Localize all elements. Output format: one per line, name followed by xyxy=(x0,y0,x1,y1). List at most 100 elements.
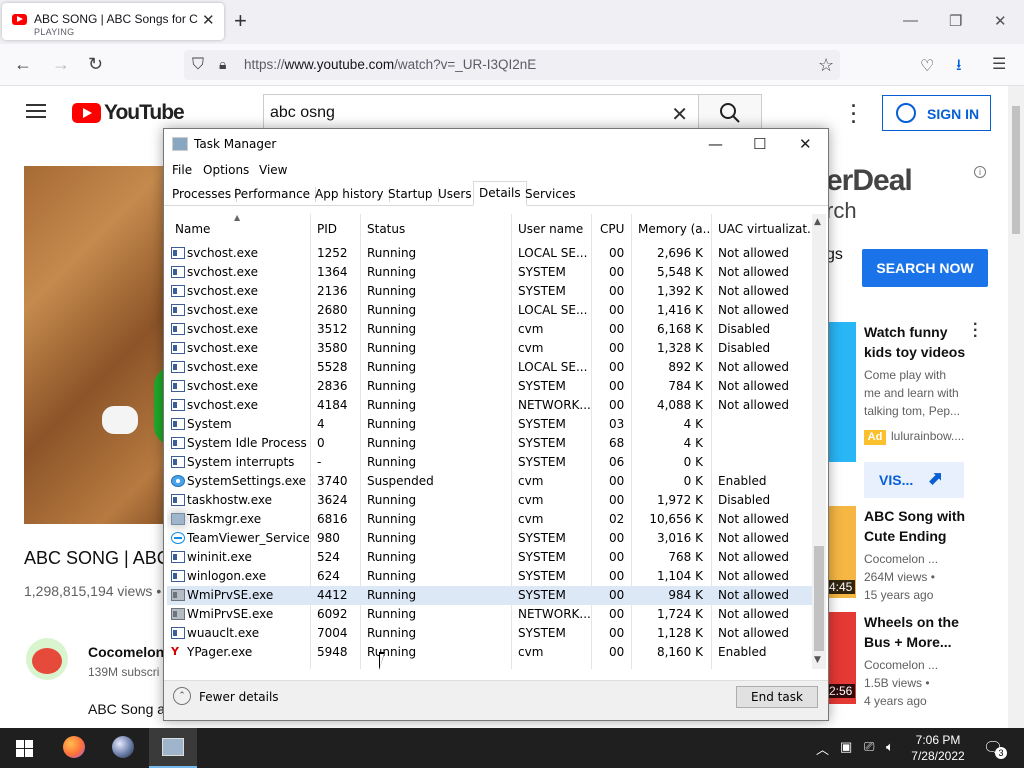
forward-icon[interactable]: → xyxy=(52,54,70,74)
url-text[interactable]: https://www.youtube.com/watch?v=_UR-I3QI… xyxy=(244,57,536,72)
tab-services[interactable]: Services xyxy=(525,187,581,202)
process-row[interactable]: svchost.exe 3512 Running cvm 00 6,168 K Disabl… xyxy=(167,320,812,339)
end-task-button[interactable]: End task xyxy=(736,686,818,708)
minimize-icon[interactable]: — xyxy=(903,12,918,29)
process-row[interactable]: svchost.exe 2136 Running SYSTEM 00 1,392 K Not… xyxy=(167,282,812,301)
process-row[interactable]: winlogon.exe 624 Running SYSTEM 00 1,104 K Not… xyxy=(167,567,812,586)
youtube-search-button[interactable] xyxy=(698,94,762,132)
column-header-cpu[interactable]: CPU xyxy=(600,222,630,236)
volume-icon[interactable]: 🔈︎ xyxy=(886,739,894,755)
taskbar-clock[interactable]: 7:06 PM 7/28/2022 xyxy=(900,732,976,764)
process-row[interactable]: taskhostw.exe 3624 Running cvm 00 1,972 K Disa… xyxy=(167,491,812,510)
tab-details[interactable]: Details xyxy=(473,181,527,206)
column-header-name[interactable]: Name xyxy=(175,222,305,236)
page-scrollbar-thumb[interactable] xyxy=(1012,106,1020,234)
taskbar-task-manager[interactable] xyxy=(149,728,197,768)
tab-processes[interactable]: Processes xyxy=(172,187,238,202)
process-row[interactable]: svchost.exe 3580 Running cvm 00 1,328 K Disabl… xyxy=(167,339,812,358)
network-icon[interactable]: ⎚ xyxy=(864,739,874,755)
search-now-button[interactable]: SEARCH NOW xyxy=(862,249,988,287)
process-row[interactable]: wuauclt.exe 7004 Running SYSTEM 00 1,128 K Not… xyxy=(167,624,812,643)
search-query[interactable]: abc osng xyxy=(270,104,335,122)
process-row[interactable]: svchost.exe 4184 Running NETWORK... 00 4,088 … xyxy=(167,396,812,415)
chevron-up-icon[interactable]: ⌃ xyxy=(173,687,191,705)
process-row[interactable]: System Idle Process 0 Running SYSTEM 68 4 K xyxy=(167,434,812,453)
menu-file[interactable]: File xyxy=(172,163,192,177)
menu-view[interactable]: View xyxy=(259,163,287,177)
column-header-pid[interactable]: PID xyxy=(317,222,361,236)
process-row[interactable]: svchost.exe 1364 Running SYSTEM 00 5,548 K Not… xyxy=(167,263,812,282)
column-header-memory[interactable]: Memory (a... xyxy=(638,222,712,236)
process-row[interactable]: wininit.exe 524 Running SYSTEM 00 768 K Not al… xyxy=(167,548,812,567)
visit-site-button[interactable]: VIS... ⬈ xyxy=(864,462,964,498)
tm-maximize-icon[interactable]: ☐ xyxy=(753,135,766,153)
device-icon[interactable]: ▣ xyxy=(840,739,852,755)
process-row[interactable]: TeamViewer_Service.... 980 Running SYSTEM 00… xyxy=(167,529,812,548)
url-bar[interactable]: ⛉ 🔒︎ https://www.youtube.com/watch?v=_UR… xyxy=(184,50,840,80)
tab-users[interactable]: Users xyxy=(438,187,478,202)
process-table-scroll-thumb[interactable] xyxy=(814,546,824,651)
tm-close-icon[interactable]: ✕ xyxy=(799,135,812,153)
more-options-icon[interactable]: · · · xyxy=(851,97,857,131)
process-row[interactable]: System interrupts - Running SYSTEM 06 0 K xyxy=(167,453,812,472)
suggestion-title[interactable]: Watch funny kids toy videos xyxy=(864,322,968,362)
channel-name[interactable]: Cocomelon xyxy=(88,644,164,660)
tab-performance[interactable]: Performance xyxy=(234,187,317,202)
sign-in-button[interactable]: SIGN IN xyxy=(882,95,991,131)
pocket-icon[interactable]: ♡ xyxy=(920,56,934,76)
lock-icon[interactable]: 🔒︎ xyxy=(219,56,226,73)
new-tab-icon[interactable]: + xyxy=(234,10,247,32)
browser-tab-youtube[interactable]: ABC SONG | ABC Songs for Chi PLAYING ✕ xyxy=(2,3,224,40)
hamburger-menu-icon[interactable] xyxy=(26,104,46,118)
process-row[interactable]: svchost.exe 1252 Running LOCAL SE... 00 2,696… xyxy=(167,244,812,263)
youtube-search-input[interactable]: abc osng ✕ xyxy=(263,94,699,132)
clear-search-icon[interactable]: ✕ xyxy=(671,102,688,127)
channel-avatar[interactable] xyxy=(26,638,68,680)
scroll-down-icon[interactable]: ▼ xyxy=(814,655,821,665)
suggestion-thumbnail[interactable] xyxy=(826,322,856,462)
scroll-up-icon[interactable]: ▲ xyxy=(814,217,821,227)
process-row[interactable]: svchost.exe 2836 Running SYSTEM 00 784 K Not a… xyxy=(167,377,812,396)
windows-start-icon[interactable] xyxy=(16,740,33,757)
process-row[interactable]: WmiPrvSE.exe 6092 Running NETWORK... 00 1,724… xyxy=(167,605,812,624)
reload-icon[interactable]: ↻ xyxy=(88,54,103,74)
shield-icon[interactable]: ⛉ xyxy=(192,56,204,74)
youtube-logo-icon[interactable] xyxy=(72,103,101,123)
process-row[interactable]: svchost.exe 5528 Running LOCAL SE... 00 892 K… xyxy=(167,358,812,377)
process-table-scrollbar[interactable]: ▲ ▼ xyxy=(812,214,826,669)
column-header-user-name[interactable]: User name xyxy=(518,222,594,236)
suggestion-title[interactable]: Wheels on the Bus + More... xyxy=(864,612,968,652)
process-row[interactable]: SystemSettings.exe 3740 Suspended cvm 00 0 K E… xyxy=(167,472,812,491)
close-window-icon[interactable]: ✕ xyxy=(994,12,1007,30)
suggestion-more-icon[interactable]: · · · xyxy=(973,317,978,345)
ad-info-icon[interactable]: i xyxy=(974,166,986,178)
show-hidden-icons-icon[interactable]: ︿ xyxy=(816,739,829,758)
process-row[interactable]: Taskmgr.exe 6816 Running cvm 02 10,656 K Not a… xyxy=(167,510,812,529)
ad-logo-sub[interactable]: rch xyxy=(826,198,857,224)
tab-startup[interactable]: Startup xyxy=(388,187,439,202)
process-row[interactable]: System 4 Running SYSTEM 03 4 K xyxy=(167,415,812,434)
tab-close-icon[interactable]: ✕ xyxy=(202,13,215,29)
tab-app-history[interactable]: App history xyxy=(315,187,390,202)
menu-options[interactable]: Options xyxy=(203,163,249,177)
ad-logo[interactable]: erDeal xyxy=(826,164,913,198)
column-header-status[interactable]: Status xyxy=(367,222,507,236)
taskbar-firefox[interactable] xyxy=(50,728,98,768)
restore-icon[interactable]: ❐ xyxy=(949,12,962,30)
fewer-details-link[interactable]: Fewer details xyxy=(199,690,279,704)
process-row[interactable]: Y YPager.exe 5948 Running cvm 00 8,160 K Enable… xyxy=(167,643,812,662)
page-scrollbar[interactable] xyxy=(1008,86,1024,728)
task-manager-titlebar[interactable]: Task Manager — ☐ ✕ xyxy=(164,129,828,159)
suggestion-title[interactable]: ABC Song with Cute Ending xyxy=(864,506,968,546)
back-icon[interactable]: ← xyxy=(14,54,32,74)
process-row[interactable]: svchost.exe 2680 Running LOCAL SE... 00 1,416… xyxy=(167,301,812,320)
downloads-icon[interactable]: ⭳ xyxy=(956,54,962,81)
youtube-logo-text[interactable]: YouTube xyxy=(104,101,185,125)
bookmark-star-icon[interactable]: ☆ xyxy=(818,55,834,76)
app-menu-icon[interactable]: ☰ xyxy=(992,54,1006,74)
video-player[interactable] xyxy=(24,166,164,524)
tm-minimize-icon[interactable]: — xyxy=(708,135,723,153)
process-row[interactable]: WmiPrvSE.exe 4412 Running SYSTEM 00 984 K Not … xyxy=(167,586,812,605)
column-header-uac[interactable]: UAC virtualizat... xyxy=(718,222,810,236)
taskbar-app-orb[interactable] xyxy=(99,728,147,768)
